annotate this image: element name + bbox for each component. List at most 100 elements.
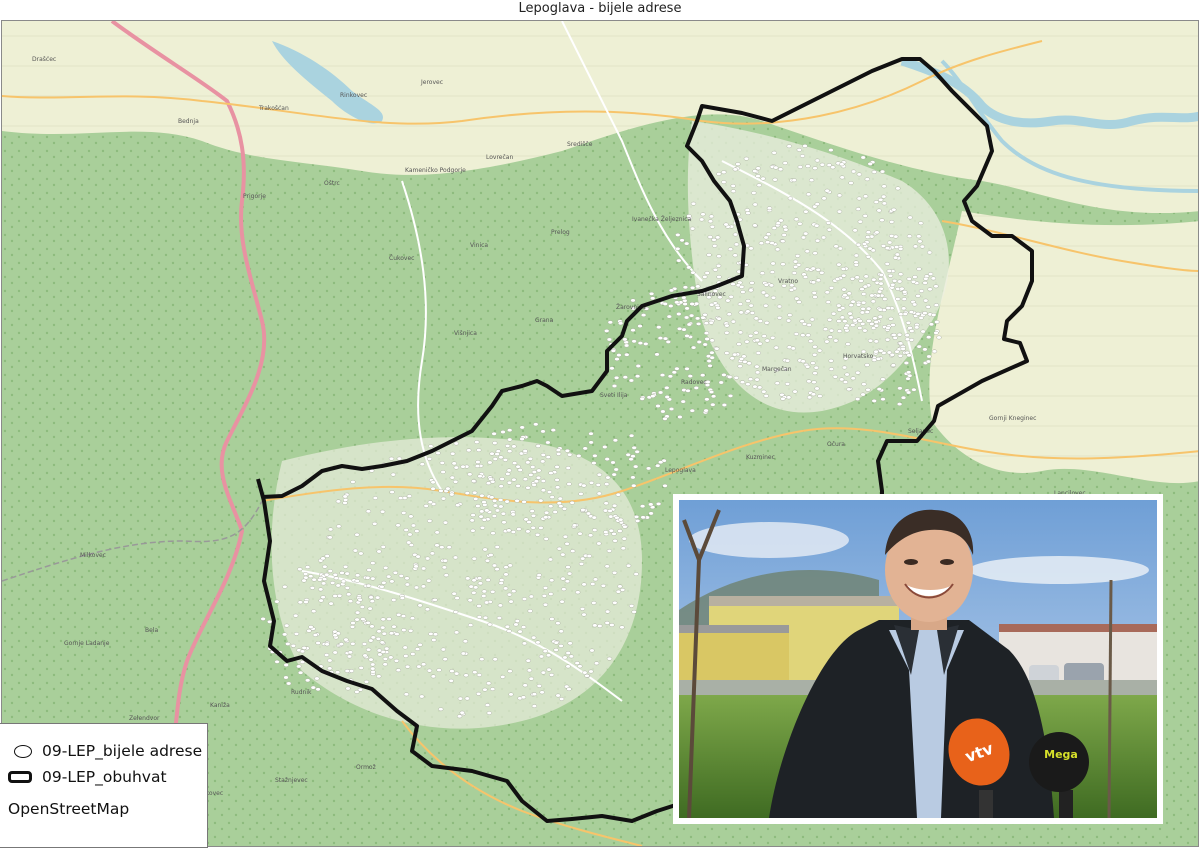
address-point [595, 482, 601, 487]
address-point [440, 470, 446, 474]
address-point [540, 670, 547, 675]
address-point [743, 156, 750, 161]
address-point [608, 514, 614, 519]
address-point [815, 278, 822, 283]
address-point [721, 180, 727, 185]
address-point [322, 577, 328, 581]
address-point [602, 508, 609, 513]
address-point [832, 374, 838, 379]
address-point [608, 528, 614, 533]
address-point [878, 273, 885, 277]
address-point [763, 282, 770, 287]
address-point [721, 403, 728, 407]
address-point [896, 402, 903, 406]
address-point [848, 181, 854, 185]
address-point [906, 276, 912, 281]
address-point [676, 258, 682, 263]
address-point [686, 265, 692, 270]
address-point [630, 475, 636, 480]
address-point [897, 353, 904, 358]
address-point [676, 326, 683, 331]
address-point [576, 453, 582, 458]
place-label: Lepoglava [665, 467, 696, 474]
address-point [922, 280, 928, 285]
address-point [659, 373, 666, 377]
address-point [580, 507, 586, 512]
address-point [906, 370, 912, 375]
address-point [867, 246, 873, 251]
address-point [912, 244, 919, 249]
address-point [457, 714, 463, 719]
address-point [527, 456, 534, 461]
address-point [384, 646, 390, 651]
address-point [915, 293, 921, 298]
address-point [588, 480, 595, 485]
address-point [617, 529, 623, 533]
address-point [909, 329, 915, 333]
address-point [500, 511, 507, 516]
address-point [587, 533, 594, 538]
address-point [547, 557, 554, 562]
address-point [708, 320, 714, 325]
address-point [926, 250, 933, 255]
place-label: Horvatsko [843, 353, 874, 360]
address-point [335, 499, 342, 504]
address-point [516, 527, 522, 531]
address-point [543, 537, 549, 541]
address-point [923, 276, 929, 281]
address-point [401, 510, 407, 515]
place-label: Grana [535, 317, 554, 324]
address-point [606, 656, 613, 661]
address-point [828, 358, 834, 363]
address-point [804, 364, 811, 369]
address-point [330, 581, 336, 585]
address-point [382, 662, 388, 667]
address-point [745, 309, 751, 314]
address-point [859, 310, 866, 315]
address-point [930, 276, 937, 281]
address-point [852, 318, 858, 323]
address-point [525, 529, 531, 534]
address-point [332, 572, 338, 577]
place-label: Oštrc [324, 180, 340, 187]
address-point [358, 666, 364, 670]
address-point [748, 333, 754, 338]
address-point [486, 681, 492, 686]
address-point [706, 359, 712, 363]
address-point [435, 451, 441, 455]
address-point [640, 515, 646, 520]
address-point [856, 196, 862, 201]
address-point [324, 554, 330, 558]
address-point [655, 501, 662, 506]
address-point [441, 565, 448, 570]
address-point [834, 277, 841, 281]
address-point [417, 642, 423, 647]
address-point [861, 382, 867, 387]
address-point [774, 381, 780, 386]
address-point [430, 486, 436, 491]
address-point [451, 591, 457, 596]
address-point [757, 341, 763, 346]
address-point [370, 666, 376, 671]
address-point [866, 306, 872, 311]
address-point [590, 582, 596, 586]
address-point [763, 393, 769, 398]
address-point [810, 361, 816, 365]
address-point [899, 286, 905, 291]
address-point [686, 322, 692, 327]
address-point [891, 207, 897, 212]
address-point [878, 277, 884, 281]
address-point [507, 449, 513, 454]
address-point [352, 548, 359, 553]
address-point [855, 207, 861, 212]
address-point [813, 365, 819, 370]
address-point [886, 269, 892, 273]
address-point [548, 673, 555, 677]
address-point [327, 569, 333, 573]
address-point [396, 612, 402, 617]
address-point [865, 387, 871, 392]
address-point [489, 451, 495, 456]
address-point [473, 496, 479, 501]
address-point [368, 657, 374, 662]
address-point [342, 494, 348, 499]
